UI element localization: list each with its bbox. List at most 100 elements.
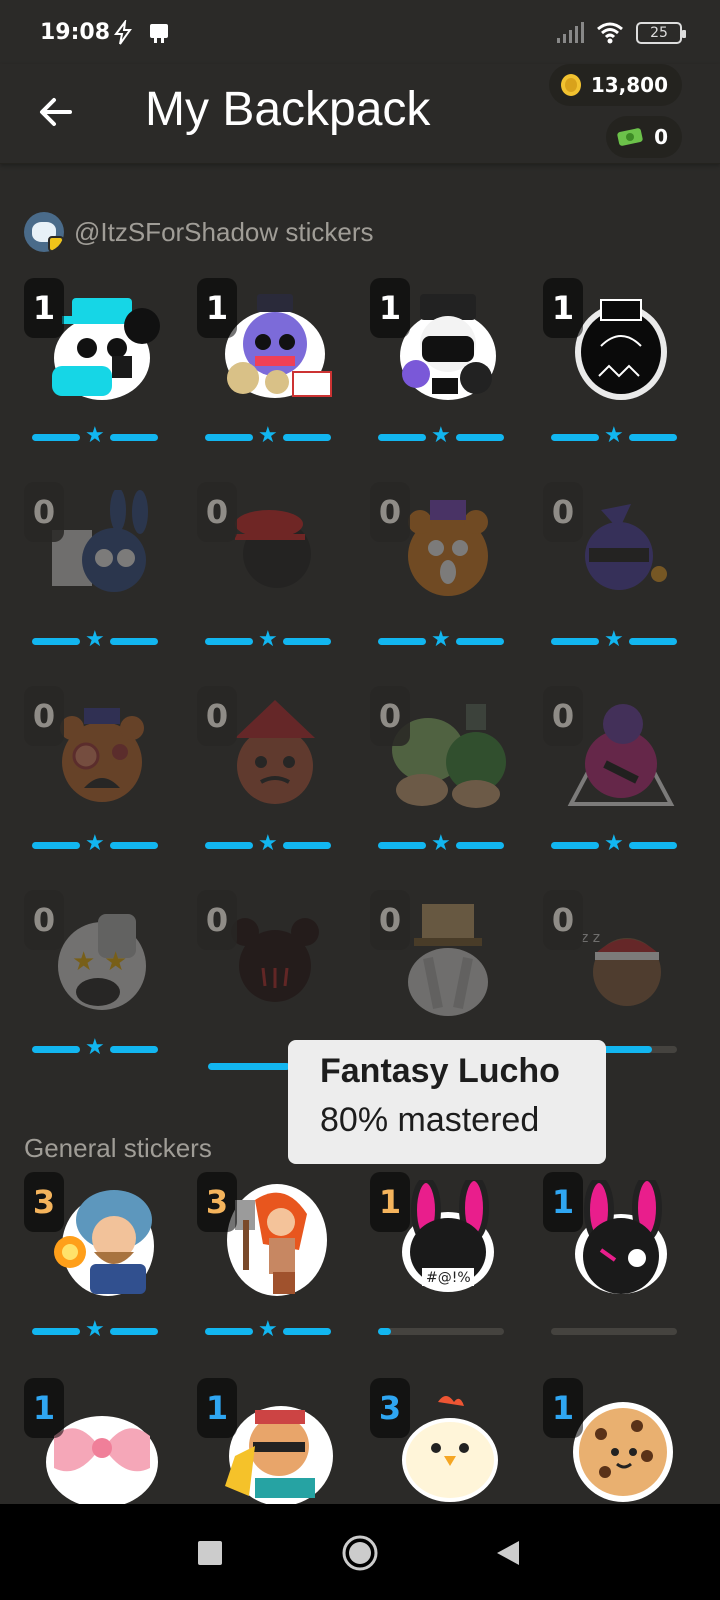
mastery-progress: ★ (205, 425, 331, 447)
mastery-progress: ★ (205, 833, 331, 855)
cash-value: 0 (654, 125, 668, 149)
mastery-progress: ★ (378, 629, 504, 651)
star-icon: ★ (431, 423, 451, 448)
mastery-progress: ★ (32, 833, 158, 855)
mastery-progress: ★ (378, 425, 504, 447)
star-icon: ★ (85, 627, 105, 652)
star-icon: ★ (604, 423, 624, 448)
system-nav-bar (0, 1504, 720, 1600)
status-time: 19:08 (40, 20, 111, 45)
mastery-progress: ★ (32, 1037, 158, 1059)
svg-text:#@!%: #@!% (426, 1270, 471, 1286)
sticker-count-badge: 1 (543, 278, 583, 338)
notification-icon (150, 24, 168, 43)
sticker-item[interactable]: 0 (197, 890, 347, 1060)
sticker-item[interactable]: 1 ★ (197, 278, 347, 448)
cash-icon (617, 128, 643, 146)
sticker-count-badge: 0 (543, 686, 583, 746)
sticker-item[interactable]: #@!% 1 (370, 1172, 520, 1342)
arrow-left-icon (40, 98, 72, 126)
sticker-item[interactable]: z z0 (543, 890, 693, 1060)
section-title: General stickers (24, 1133, 212, 1163)
mastery-progress: ★ (205, 1319, 331, 1341)
sticker-count-badge: 0 (197, 482, 237, 542)
mastery-progress: ★ (205, 629, 331, 651)
sticker-item[interactable]: 0 ★ (24, 686, 174, 856)
star-icon: ★ (431, 627, 451, 652)
sticker-count-badge: 1 (197, 1378, 237, 1438)
sticker-item[interactable]: 0 ★ (543, 482, 693, 652)
sticker-item[interactable]: ★ ★ 0 ★ (24, 890, 174, 1060)
sticker-item[interactable]: 3 ★ (197, 1172, 347, 1342)
mastery-progress: ★ (378, 833, 504, 855)
sticker-item[interactable]: 0 ★ (543, 686, 693, 856)
back-nav-button[interactable] (483, 1528, 533, 1578)
sticker-count-badge: 0 (24, 482, 64, 542)
sticker-count-badge: 0 (543, 890, 583, 950)
sticker-count-badge: 0 (370, 686, 410, 746)
mastery-progress: ★ (32, 425, 158, 447)
sticker-item[interactable]: 0 ★ (370, 686, 520, 856)
home-button[interactable] (335, 1528, 385, 1578)
sticker-count-badge: 0 (370, 890, 410, 950)
mastery-progress: ★ (32, 629, 158, 651)
star-icon: ★ (85, 831, 105, 856)
sticker-count-badge: 0 (24, 686, 64, 746)
star-icon: ★ (258, 1317, 278, 1342)
coins-value: 13,800 (590, 73, 668, 97)
mastery-progress: ★ (32, 1319, 158, 1341)
sticker-count-badge: 1 (370, 1172, 410, 1232)
star-icon: ★ (258, 423, 278, 448)
star-icon: ★ (604, 831, 624, 856)
wifi-icon (597, 22, 623, 44)
sticker-item[interactable]: 1 (543, 1172, 693, 1342)
avatar (24, 212, 64, 252)
mastery-progress (378, 1324, 504, 1338)
svg-text:★: ★ (104, 947, 127, 977)
star-icon: ★ (85, 1317, 105, 1342)
sticker-item[interactable]: 1 ★ (370, 278, 520, 448)
tooltip-mastery: 80% mastered (320, 1101, 540, 1139)
mastery-progress-partial (208, 1063, 290, 1070)
section-header-creator: @ItzSForShadow stickers (24, 212, 373, 252)
back-button[interactable] (30, 86, 82, 138)
sticker-item[interactable]: 0 (370, 890, 520, 1060)
svg-text:z z: z z (581, 930, 600, 946)
star-icon: ★ (258, 627, 278, 652)
sticker-item[interactable]: 0 ★ (24, 482, 174, 652)
star-icon: ★ (431, 831, 451, 856)
sticker-count-badge: 1 (543, 1172, 583, 1232)
square-icon (198, 1541, 222, 1565)
star-icon: ★ (85, 423, 105, 448)
coins-balance[interactable]: 13,800 (548, 64, 682, 106)
star-icon: ★ (604, 627, 624, 652)
sticker-count-badge: 1 (543, 1378, 583, 1438)
mastery-progress: ★ (551, 425, 677, 447)
sticker-count-badge: 1 (24, 1378, 64, 1438)
sticker-count-badge: 0 (543, 482, 583, 542)
sticker-item[interactable]: 0 ★ (370, 482, 520, 652)
sticker-item[interactable]: 1 ★ (24, 278, 174, 448)
section-header-general: General stickers (24, 1133, 212, 1164)
app-bar: My Backpack 13,800 0 (0, 64, 720, 164)
triangle-left-icon (497, 1541, 519, 1565)
recents-button[interactable] (185, 1528, 235, 1578)
signal-icon (557, 22, 584, 43)
sticker-item[interactable]: 0 ★ (197, 686, 347, 856)
status-bar: 19:08 25 (0, 0, 720, 64)
sticker-count-badge: 3 (370, 1378, 410, 1438)
sticker-count-badge: 1 (370, 278, 410, 338)
sticker-item[interactable]: 1 ★ (543, 278, 693, 448)
sticker-item[interactable]: 0 ★ (197, 482, 347, 652)
star-icon: ★ (85, 1035, 105, 1060)
battery-icon: 25 (636, 22, 686, 44)
sticker-count-badge: 0 (197, 686, 237, 746)
mastery-progress (551, 1324, 677, 1338)
tooltip-sticker-name: Fantasy Lucho (320, 1052, 560, 1090)
sticker-count-badge: 0 (370, 482, 410, 542)
sticker-item[interactable]: 3 ★ (24, 1172, 174, 1342)
svg-text:★: ★ (72, 947, 95, 977)
cash-balance[interactable]: 0 (606, 116, 682, 158)
sticker-tooltip: Fantasy Lucho 80% mastered (288, 1040, 606, 1164)
sticker-count-badge: 1 (24, 278, 64, 338)
